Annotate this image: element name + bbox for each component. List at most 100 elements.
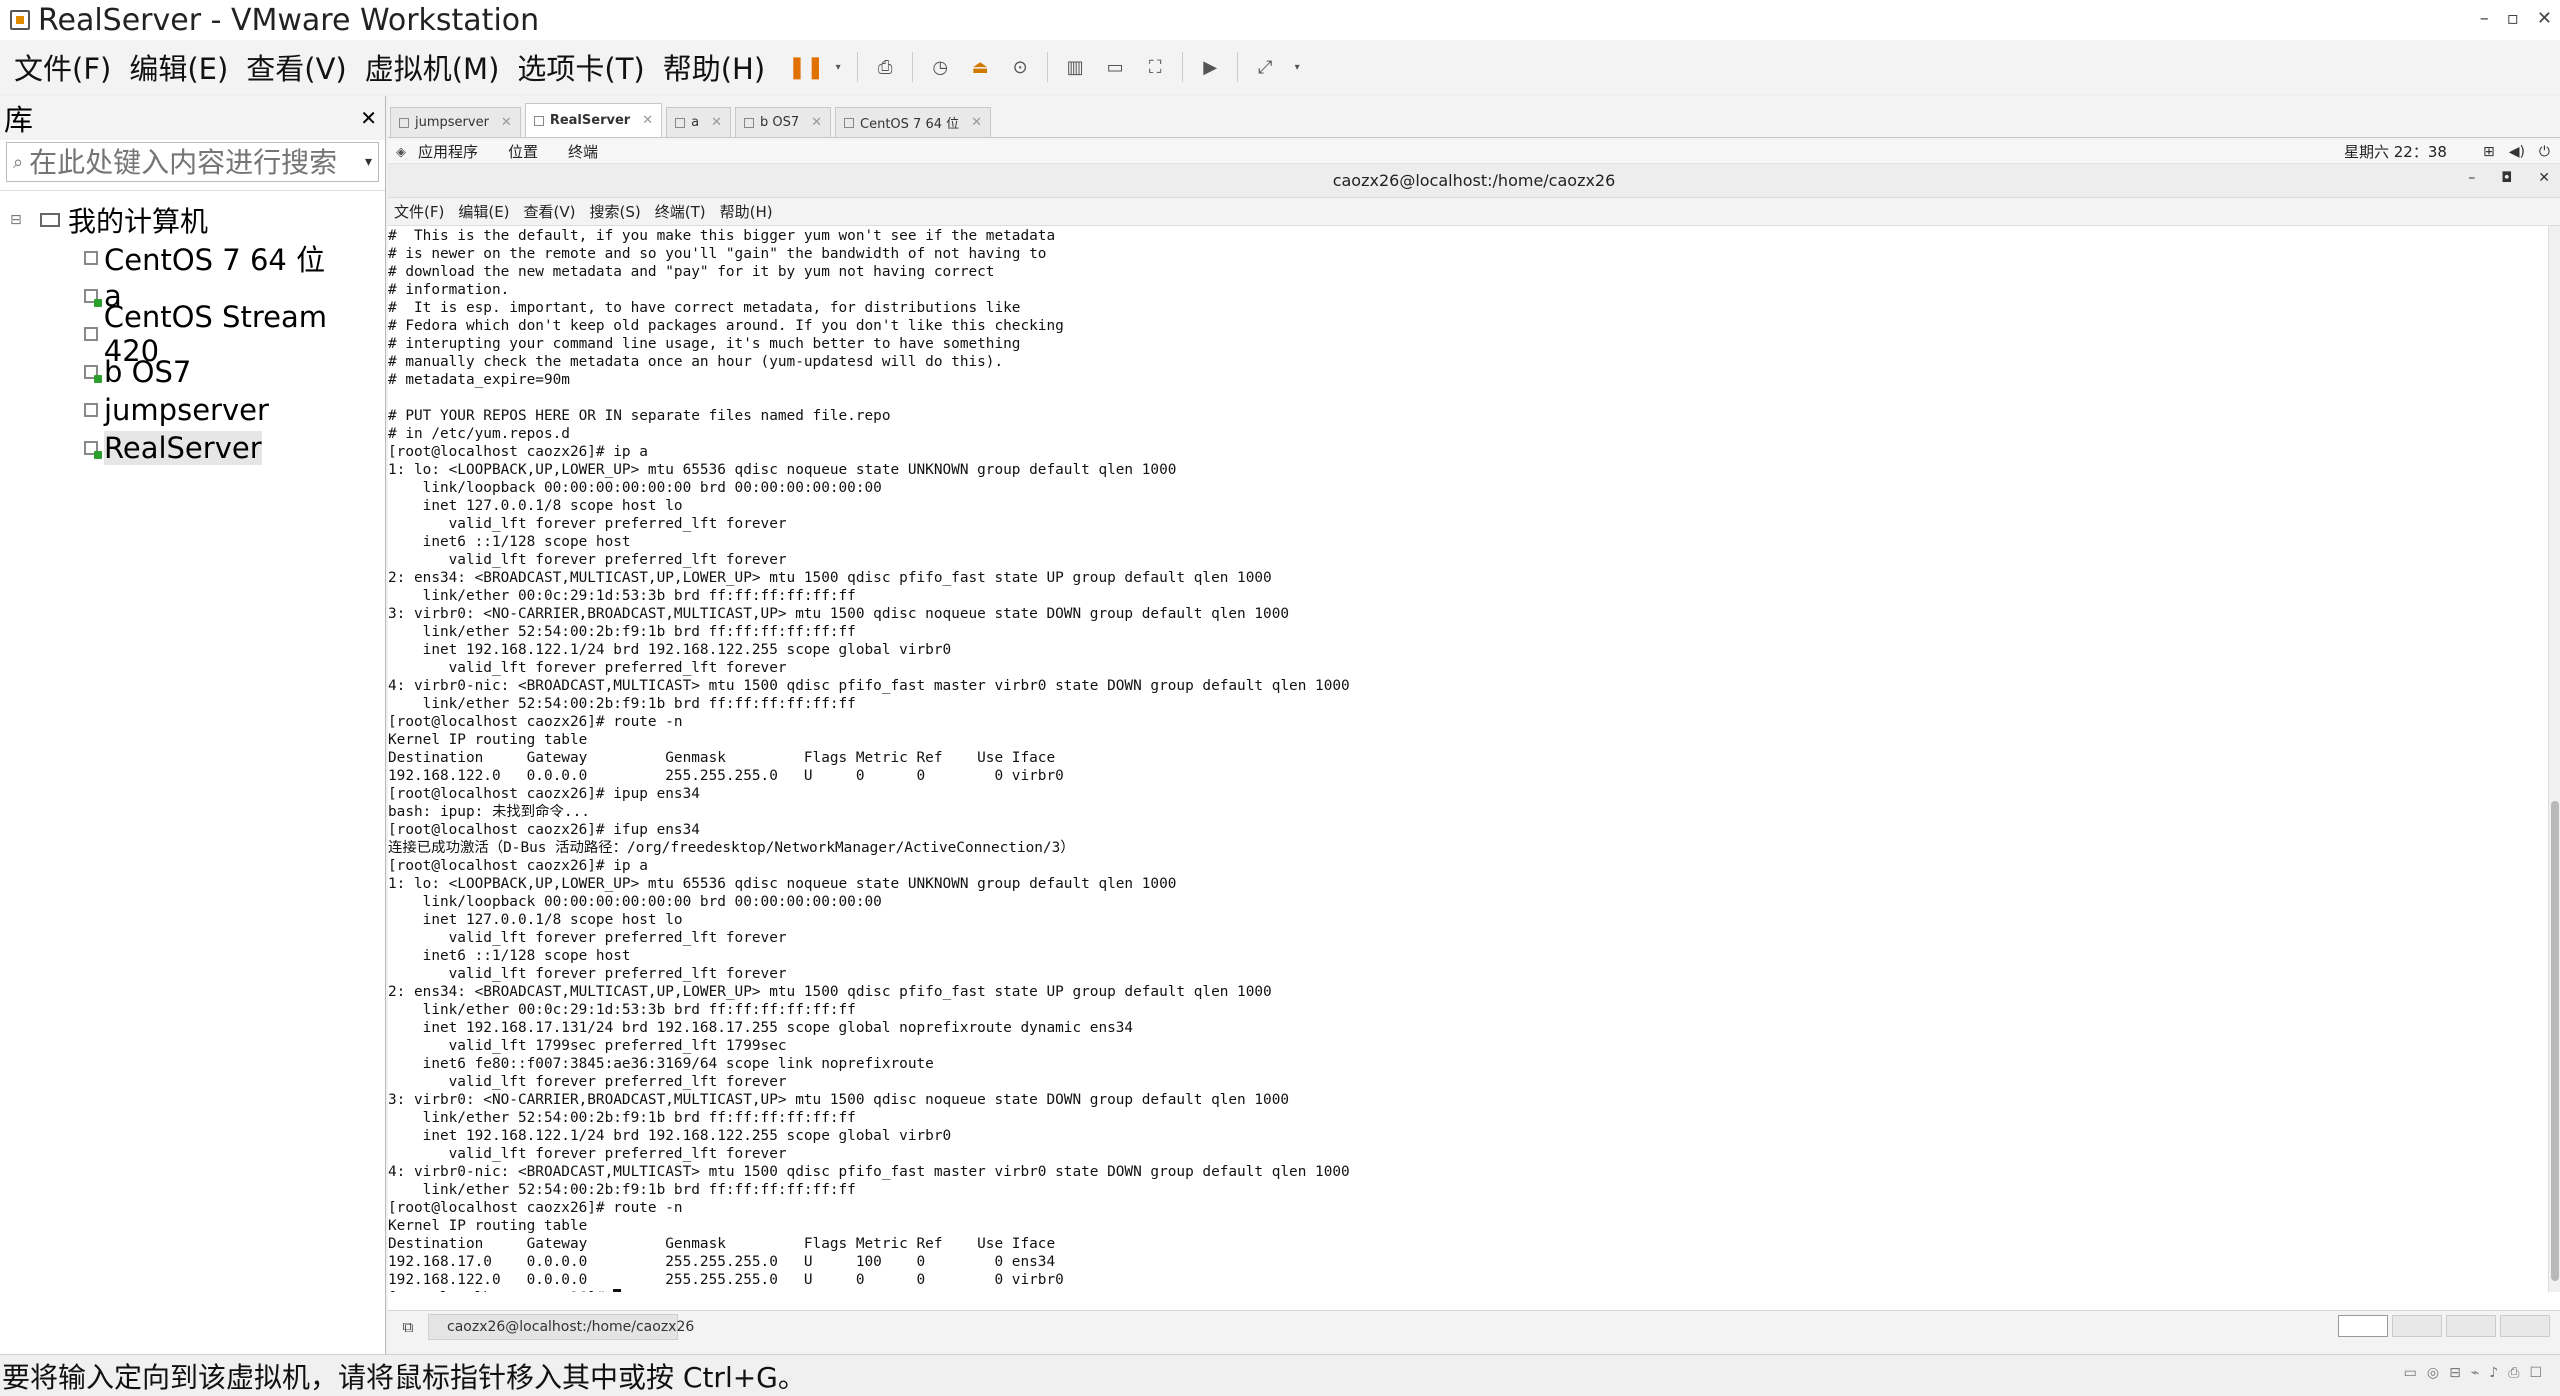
fullscreen-icon[interactable]: ⛶ [1142, 54, 1168, 80]
menu-edit[interactable]: 编辑(E) [129, 46, 228, 88]
terminal-line: 连接已成功激活（D-Bus 活动路径：/org/freedesktop/Netw… [388, 840, 1075, 856]
close-button[interactable]: ✕ [2538, 170, 2550, 186]
terminal-line: valid_lft forever preferred_lft forever [388, 660, 787, 676]
tree-item-centos7[interactable]: CentOS 7 64 位 [0, 239, 385, 277]
taskbar-terminal-window[interactable]: caozx26@localhost:/home/caozx26 [428, 1313, 694, 1340]
vm-content-area: jumpserver ✕ RealServer ✕ a ✕ b OS7 ✕ Ce… [388, 96, 2560, 1354]
send-ctrl-alt-del-icon[interactable]: ⎙ [872, 54, 898, 80]
gnome-clock[interactable]: 星期六 22：38 [2344, 141, 2447, 162]
tab-label: a [691, 115, 700, 130]
usb-icon[interactable]: ⌁ [2471, 1365, 2479, 1381]
dropdown-arrow-icon[interactable]: ▾ [1292, 54, 1302, 80]
terminal-titlebar: caozx26@localhost:/home/caozx26 – ◘ ✕ [388, 164, 2560, 198]
close-icon[interactable]: ✕ [811, 115, 822, 130]
gnome-places-menu[interactable]: 位置 [508, 141, 538, 162]
minimize-button[interactable]: – [2468, 170, 2475, 186]
terminal-menu-terminal[interactable]: 终端(T) [655, 201, 706, 222]
tab-centos7[interactable]: CentOS 7 64 位 ✕ [835, 107, 992, 137]
window-title: RealServer - VMware Workstation [38, 2, 540, 38]
workspace-3[interactable] [2446, 1315, 2496, 1337]
terminal-menu-view[interactable]: 查看(V) [524, 201, 576, 222]
sound-icon[interactable]: ♪ [2489, 1365, 2498, 1381]
terminal-line: # It is esp. important, to have correct … [388, 300, 1021, 316]
scrollbar-thumb[interactable] [2551, 801, 2559, 1281]
collapse-icon[interactable]: ⊟ [10, 212, 40, 228]
tree-item-realserver[interactable]: RealServer [0, 429, 385, 467]
tree-item-jumpserver[interactable]: jumpserver [0, 391, 385, 429]
terminal-title: caozx26@localhost:/home/caozx26 [1332, 171, 1616, 190]
vm-running-icon [84, 289, 102, 307]
chevron-down-icon[interactable]: ▾ [365, 154, 372, 170]
tree-item-centos-stream[interactable]: CentOS Stream 420 [0, 300, 385, 368]
workspace-2[interactable] [2392, 1315, 2442, 1337]
volume-icon[interactable]: ◀) [2509, 144, 2525, 160]
tab-label: jumpserver [415, 115, 489, 130]
library-view-icon[interactable]: ▥ [1062, 54, 1088, 80]
cdrom-icon[interactable]: ◎ [2427, 1365, 2439, 1381]
tab-a[interactable]: a ✕ [666, 107, 731, 137]
terminal-line: # is newer on the remote and so you'll "… [388, 246, 1047, 262]
printer-icon[interactable]: ⎙ [2508, 1365, 2519, 1381]
tree-root-my-computer[interactable]: ⊟ 我的计算机 [0, 201, 385, 239]
terminal-line: [root@localhost caozx26]# ip a [388, 858, 648, 874]
taskbar-terminal-label: caozx26@localhost:/home/caozx26 [447, 1318, 695, 1335]
menu-view[interactable]: 查看(V) [246, 46, 346, 88]
terminal-line: valid_lft 1799sec preferred_lft 1799sec [388, 1038, 787, 1054]
menu-file[interactable]: 文件(F) [14, 46, 111, 88]
tree-item-label: CentOS 7 64 位 [104, 243, 326, 277]
power-icon[interactable]: ⏻ [2539, 144, 2550, 160]
stretch-guest-icon[interactable]: ⤢ [1252, 54, 1278, 80]
workspace-switcher [2338, 1315, 2550, 1337]
close-icon[interactable]: ✕ [642, 113, 653, 128]
terminal-scrollbar[interactable] [2548, 226, 2560, 1292]
dropdown-arrow-icon[interactable]: ▾ [833, 54, 843, 80]
workspace-1[interactable] [2338, 1315, 2388, 1337]
close-icon[interactable]: ✕ [360, 106, 377, 130]
tab-label: b OS7 [759, 115, 800, 130]
maximize-button[interactable]: ◘ [2501, 170, 2512, 186]
vm-screen[interactable]: ◈ 应用程序 位置 终端 星期六 22：38 ⊞ ◀) ⏻ caozx26@lo… [388, 140, 2560, 1310]
tab-jumpserver[interactable]: jumpserver ✕ [390, 107, 521, 137]
gnome-applications-menu[interactable]: 应用程序 [418, 141, 478, 162]
snapshot-manager-icon[interactable]: ⊙ [1007, 54, 1033, 80]
tab-realserver[interactable]: RealServer ✕ [524, 103, 663, 137]
menu-tabs[interactable]: 选项卡(T) [517, 46, 644, 88]
tree-item-label: b OS7 [104, 355, 192, 389]
tab-label: RealServer [549, 113, 631, 128]
menu-help[interactable]: 帮助(H) [663, 46, 765, 88]
terminal-menu-file[interactable]: 文件(F) [394, 201, 444, 222]
search-input[interactable] [29, 145, 350, 179]
terminal-menu-help[interactable]: 帮助(H) [720, 201, 773, 222]
message-icon[interactable]: ☐ [2529, 1365, 2542, 1381]
minimize-button[interactable]: – [2480, 8, 2489, 29]
library-search[interactable]: ⌕ ▾ [6, 142, 379, 182]
terminal-menu-edit[interactable]: 编辑(E) [458, 201, 509, 222]
terminal-prompt-line[interactable]: [root@localhost caozx26]# [388, 1289, 1350, 1292]
snapshot-icon[interactable]: ◷ [927, 54, 953, 80]
network-icon[interactable]: ⊞ [2483, 144, 2495, 160]
menu-vm[interactable]: 虚拟机(M) [365, 46, 500, 88]
terminal-line: 192.168.122.0 0.0.0.0 255.255.255.0 U 0 … [388, 768, 1064, 784]
terminal-menu-search[interactable]: 搜索(S) [590, 201, 641, 222]
close-icon[interactable]: ✕ [711, 115, 722, 130]
close-icon[interactable]: ✕ [971, 115, 982, 130]
hdd-icon[interactable]: ▭ [2404, 1365, 2417, 1381]
library-panel: 库 ✕ ⌕ ▾ ⊟ 我的计算机 CentOS 7 64 位 a CentOS S… [0, 96, 386, 1354]
workspace-4[interactable] [2500, 1315, 2550, 1337]
thumbnail-view-icon[interactable]: ▭ [1102, 54, 1128, 80]
revert-snapshot-icon[interactable]: ⏏ [967, 54, 993, 80]
close-button[interactable]: ✕ [2537, 8, 2552, 29]
terminal-line: link/ether 00:0c:29:1d:53:3b brd ff:ff:f… [388, 1002, 856, 1018]
tab-b-os7[interactable]: b OS7 ✕ [734, 107, 832, 137]
terminal-body[interactable]: # This is the default, if you make this … [388, 226, 2560, 1292]
maximize-button[interactable]: ▫ [2507, 8, 2519, 29]
console-icon[interactable]: ▶ [1197, 54, 1223, 80]
library-header: 库 ✕ [0, 96, 385, 140]
gnome-terminal-menu[interactable]: 终端 [568, 141, 598, 162]
close-icon[interactable]: ✕ [501, 115, 512, 130]
pause-icon[interactable]: ❚❚ [788, 54, 825, 80]
terminal-line: inet 127.0.0.1/8 scope host lo [388, 912, 683, 928]
network-adapter-icon[interactable]: ⊟ [2449, 1365, 2461, 1381]
vm-icon [399, 117, 409, 128]
show-desktop-icon[interactable]: ⧉ [396, 1315, 420, 1339]
